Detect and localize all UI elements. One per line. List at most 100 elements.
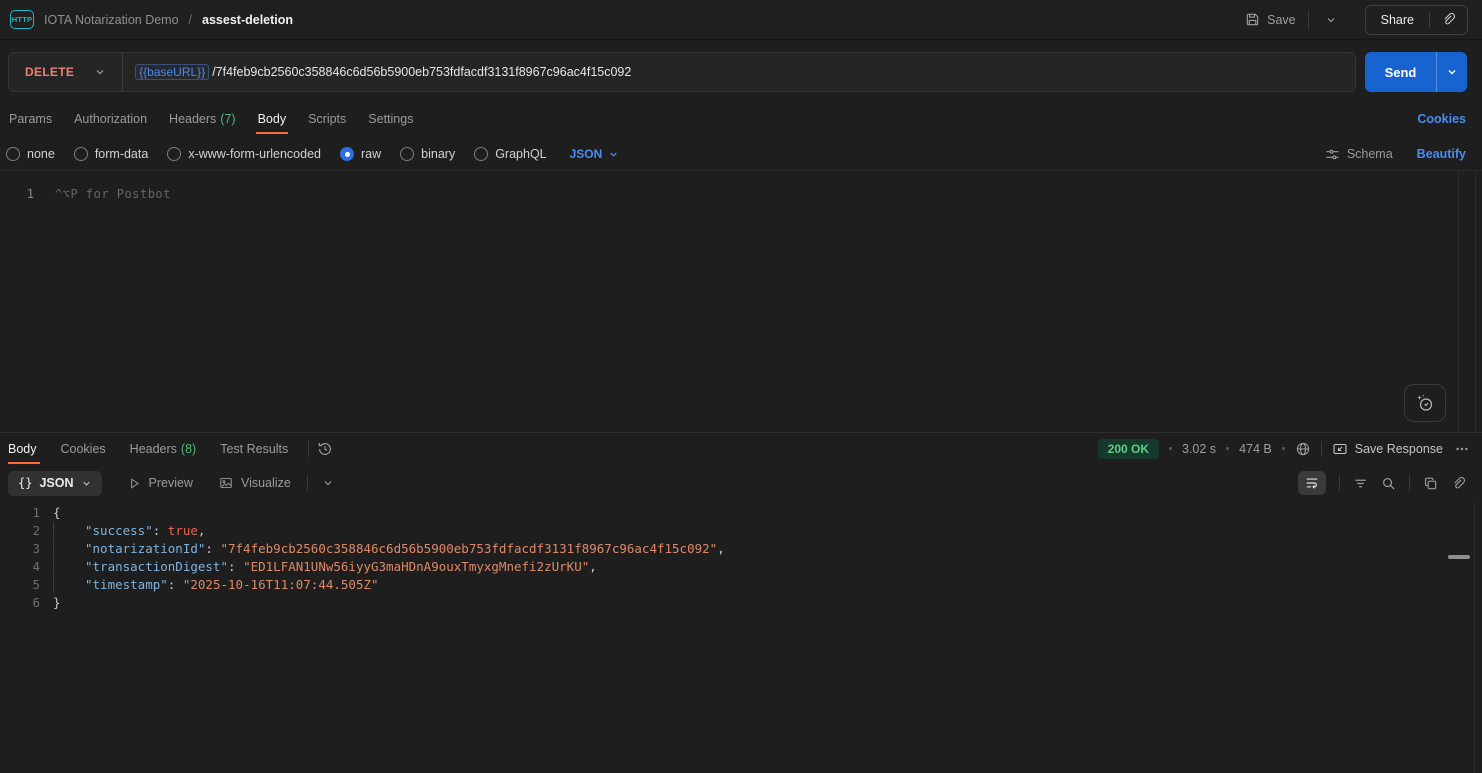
response-format-selector[interactable]: {} JSON [8, 471, 102, 496]
response-body-code[interactable]: 1{2 "success": true,3"notarizationId": "7… [0, 500, 1482, 612]
line-number: 2 [0, 522, 40, 540]
response-history-icon[interactable] [317, 441, 333, 457]
response-toolbar-right [1298, 471, 1466, 495]
response-code-line: 1{ [0, 504, 1482, 522]
wrap-text-icon [1305, 476, 1319, 490]
save-icon [1245, 12, 1260, 27]
url-input[interactable]: {{baseURL}} /7f4feb9cb2560c358846c6d56b5… [123, 64, 1355, 80]
send-options-chevron-down-icon[interactable] [1436, 52, 1467, 92]
body-mode-radio-raw[interactable]: raw [340, 147, 381, 161]
link-icon[interactable] [1451, 476, 1466, 491]
method-label: DELETE [25, 65, 74, 79]
tab-authorization[interactable]: Authorization [63, 104, 158, 134]
save-button[interactable]: Save [1245, 12, 1296, 27]
tab-settings[interactable]: Settings [357, 104, 424, 134]
language-chevron-down-icon [608, 149, 619, 160]
body-mode-radio-form-data[interactable]: form-data [74, 147, 149, 161]
tab-scripts[interactable]: Scripts [297, 104, 357, 134]
visualize-image-icon [219, 476, 233, 490]
braces-icon: {} [18, 476, 32, 490]
breadcrumb: HTTP IOTA Notarization Demo / assest-del… [10, 10, 293, 29]
response-panel: Body Cookies Headers(8) Test Results 200… [0, 432, 1482, 773]
share-group: Share [1365, 5, 1468, 35]
preview-button[interactable]: Preview [128, 476, 193, 490]
dot-separator [1226, 447, 1229, 450]
breadcrumb-collection[interactable]: IOTA Notarization Demo [44, 13, 179, 27]
response-time[interactable]: 3.02 s [1182, 442, 1216, 456]
url-variable-chip[interactable]: {{baseURL}} [135, 64, 209, 80]
editor-line: 1 ^⌥P for Postbot [0, 171, 1482, 203]
toolbar-chevron-down-icon[interactable] [322, 477, 334, 489]
indent-guide [53, 522, 85, 539]
body-mode-radio-graphql[interactable]: GraphQL [474, 147, 546, 161]
indent-guide [53, 558, 85, 575]
tab-params[interactable]: Params [9, 104, 63, 134]
response-tab-body[interactable]: Body [8, 433, 49, 464]
wrap-text-button[interactable] [1298, 471, 1326, 495]
response-tab-test-results[interactable]: Test Results [208, 433, 300, 464]
response-code-line: 4"transactionDigest": "ED1LFAN1UNw56iyyG… [0, 558, 1482, 576]
indent-guide [53, 540, 85, 557]
copy-link-icon[interactable] [1430, 12, 1467, 27]
share-button[interactable]: Share [1366, 13, 1429, 27]
response-scrollbar-thumb[interactable] [1448, 555, 1470, 559]
network-globe-icon[interactable] [1295, 441, 1311, 457]
code-text: { [53, 504, 61, 522]
line-number: 4 [0, 558, 40, 576]
more-options-icon[interactable] [1455, 442, 1469, 456]
raw-language-selector[interactable]: JSON [570, 147, 620, 161]
code-text: "success": true, [53, 522, 205, 540]
breadcrumb-separator: / [189, 13, 192, 27]
body-mode-radio-urlencoded[interactable]: x-www-form-urlencoded [167, 147, 321, 161]
status-badge[interactable]: 200 OK [1098, 439, 1159, 459]
schema-sliders-icon [1325, 147, 1340, 162]
body-mode-radio-binary[interactable]: binary [400, 147, 455, 161]
topbar: HTTP IOTA Notarization Demo / assest-del… [0, 0, 1482, 40]
response-tab-headers[interactable]: Headers(8) [118, 433, 209, 464]
divider [1308, 11, 1309, 29]
url-container: DELETE {{baseURL}} /7f4feb9cb2560c358846… [8, 52, 1356, 92]
line-number: 3 [0, 540, 40, 558]
http-request-icon: HTTP [10, 10, 34, 29]
divider [1321, 441, 1322, 457]
response-tabs: Body Cookies Headers(8) Test Results 200… [0, 433, 1482, 464]
beautify-button[interactable]: Beautify [1417, 147, 1466, 161]
headers-count-badge: (7) [220, 112, 235, 126]
postbot-button[interactable] [1404, 384, 1446, 422]
topbar-actions: Save Share [1245, 5, 1468, 35]
response-code-line: 3"notarizationId": "7f4feb9cb2560c358846… [0, 540, 1482, 558]
body-mode-row: none form-data x-www-form-urlencoded raw… [0, 140, 1482, 168]
save-options-chevron-down-icon[interactable] [1321, 14, 1341, 26]
save-response-icon [1332, 441, 1348, 457]
response-code-line: 2 "success": true, [0, 522, 1482, 540]
method-selector[interactable]: DELETE [9, 65, 122, 79]
response-code-line: 5"timestamp": "2025-10-16T11:07:44.505Z" [0, 576, 1482, 594]
cookies-link[interactable]: Cookies [1417, 112, 1466, 126]
copy-icon[interactable] [1423, 476, 1438, 491]
tab-body[interactable]: Body [247, 104, 298, 134]
response-meta: 200 OK 3.02 s 474 B Save Response [1098, 433, 1469, 464]
editor-scrollbar-track[interactable] [1458, 171, 1476, 432]
breadcrumb-request-name[interactable]: assest-deletion [202, 13, 293, 27]
method-chevron-down-icon [94, 66, 106, 78]
line-number: 6 [0, 594, 40, 612]
request-body-editor[interactable]: 1 ^⌥P for Postbot [0, 170, 1482, 432]
response-code-line: 6} [0, 594, 1482, 612]
search-icon[interactable] [1381, 476, 1396, 491]
filter-icon[interactable] [1353, 476, 1368, 491]
radio-icon [167, 147, 181, 161]
radio-icon [400, 147, 414, 161]
schema-button[interactable]: Schema [1325, 147, 1393, 162]
body-mode-right-actions: Schema Beautify [1325, 147, 1466, 162]
dot-separator [1169, 447, 1172, 450]
visualize-button[interactable]: Visualize [219, 476, 291, 490]
postbot-icon [1415, 393, 1435, 413]
send-button[interactable]: Send [1365, 52, 1436, 92]
response-tab-cookies[interactable]: Cookies [49, 433, 118, 464]
divider [307, 475, 308, 491]
postbot-shortcut-placeholder: ^⌥P for Postbot [55, 185, 171, 203]
body-mode-radio-none[interactable]: none [6, 147, 55, 161]
save-response-button[interactable]: Save Response [1332, 441, 1443, 457]
response-size[interactable]: 474 B [1239, 442, 1272, 456]
tab-headers[interactable]: Headers(7) [158, 104, 247, 134]
